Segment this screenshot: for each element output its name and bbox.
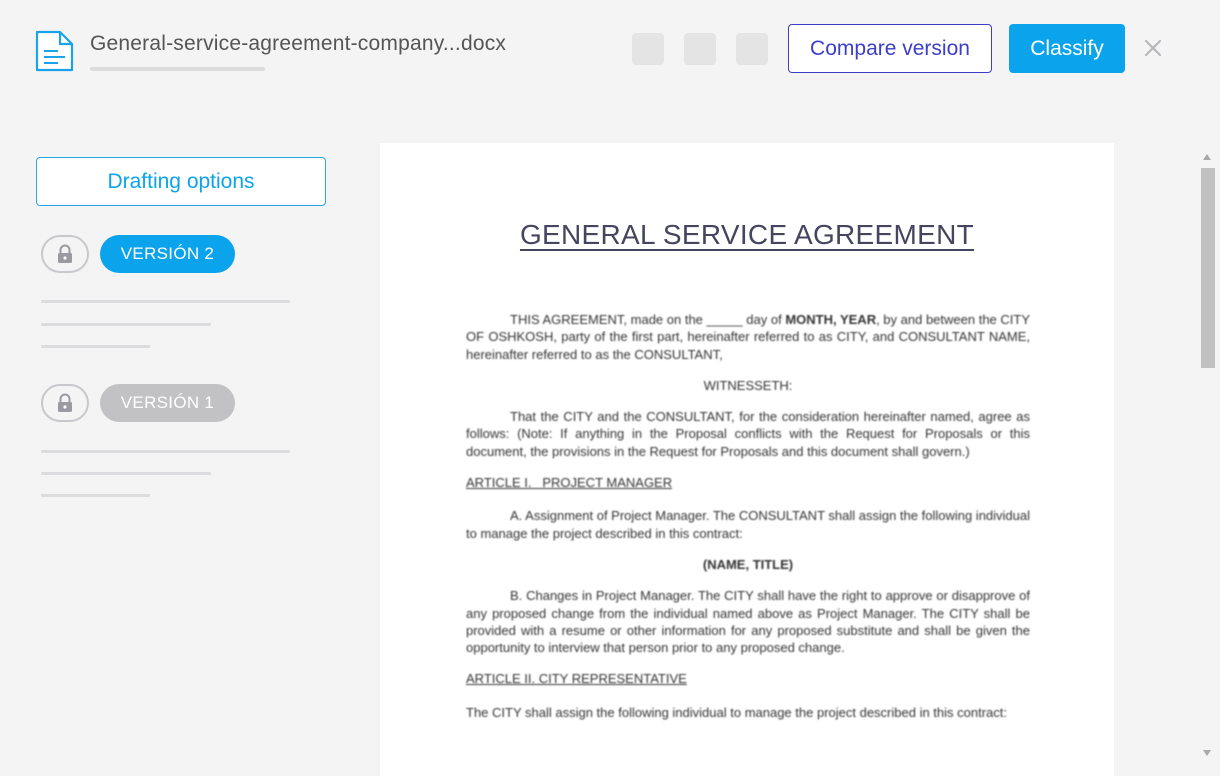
file-name: General-service-agreement-company...docx [90,32,507,55]
witnesseth-heading: WITNESSETH: [703,377,793,393]
version-2-lock-button[interactable] [41,235,89,273]
document-title: GENERAL SERVICE AGREEMENT [519,219,975,250]
scroll-up-arrow-icon[interactable] [1203,154,1211,160]
version-2-placeholder-line [41,345,150,348]
version-2-pill[interactable]: VERSIÓN 2 [100,235,235,273]
version-1-placeholder-line [41,494,150,497]
document-file-icon [34,29,75,73]
close-icon[interactable] [1141,36,1165,60]
paragraph-city-representative: The CITY shall assign the following indi… [466,704,1007,720]
version-2-placeholder-line [41,323,211,326]
compare-version-button[interactable]: Compare version [788,24,992,73]
filename-underline [90,67,265,71]
version-1-pill[interactable]: VERSIÓN 1 [100,384,235,422]
name-title-placeholder: (NAME, TITLE) [702,556,794,572]
article-1-heading: ARTICLE I. PROJECT MANAGER [466,475,673,491]
toolbar-button-3[interactable] [736,33,768,65]
paragraph-consideration: That the CITY and the CONSULTANT, for th… [466,409,1030,459]
agreement-date: MONTH, YEAR [785,312,877,327]
version-1-placeholder-line [41,472,211,475]
classify-button[interactable]: Classify [1009,24,1125,73]
scroll-down-arrow-icon[interactable] [1203,750,1211,756]
lock-icon [58,244,72,263]
toolbar-button-2[interactable] [684,33,716,65]
document-page[interactable]: GENERAL SERVICE AGREEMENT THIS AGREEMENT… [380,143,1114,776]
version-2-placeholder-line [41,300,290,303]
toolbar-button-1[interactable] [632,33,664,65]
paragraph-assignment: A. Assignment of Project Manager. The CO… [466,508,1031,541]
article-2-heading: ARTICLE II. CITY REPRESENTATIVE [466,671,687,687]
paragraph-changes: B. Changes in Project Manager. The CITY … [466,588,1030,656]
vertical-scrollbar[interactable] [1200,143,1220,776]
drafting-options-button[interactable]: Drafting options [36,157,326,206]
scroll-thumb[interactable] [1201,168,1215,368]
document-body: THIS AGREEMENT, made on the _____ day of… [466,311,1030,735]
paragraph-agreement: THIS AGREEMENT, made on the _____ day of… [466,311,1030,363]
lock-icon [58,393,72,412]
version-1-lock-button[interactable] [41,384,89,422]
agreement-text: THIS AGREEMENT, made on the _____ day of [510,312,786,327]
version-1-placeholder-line [41,450,290,453]
